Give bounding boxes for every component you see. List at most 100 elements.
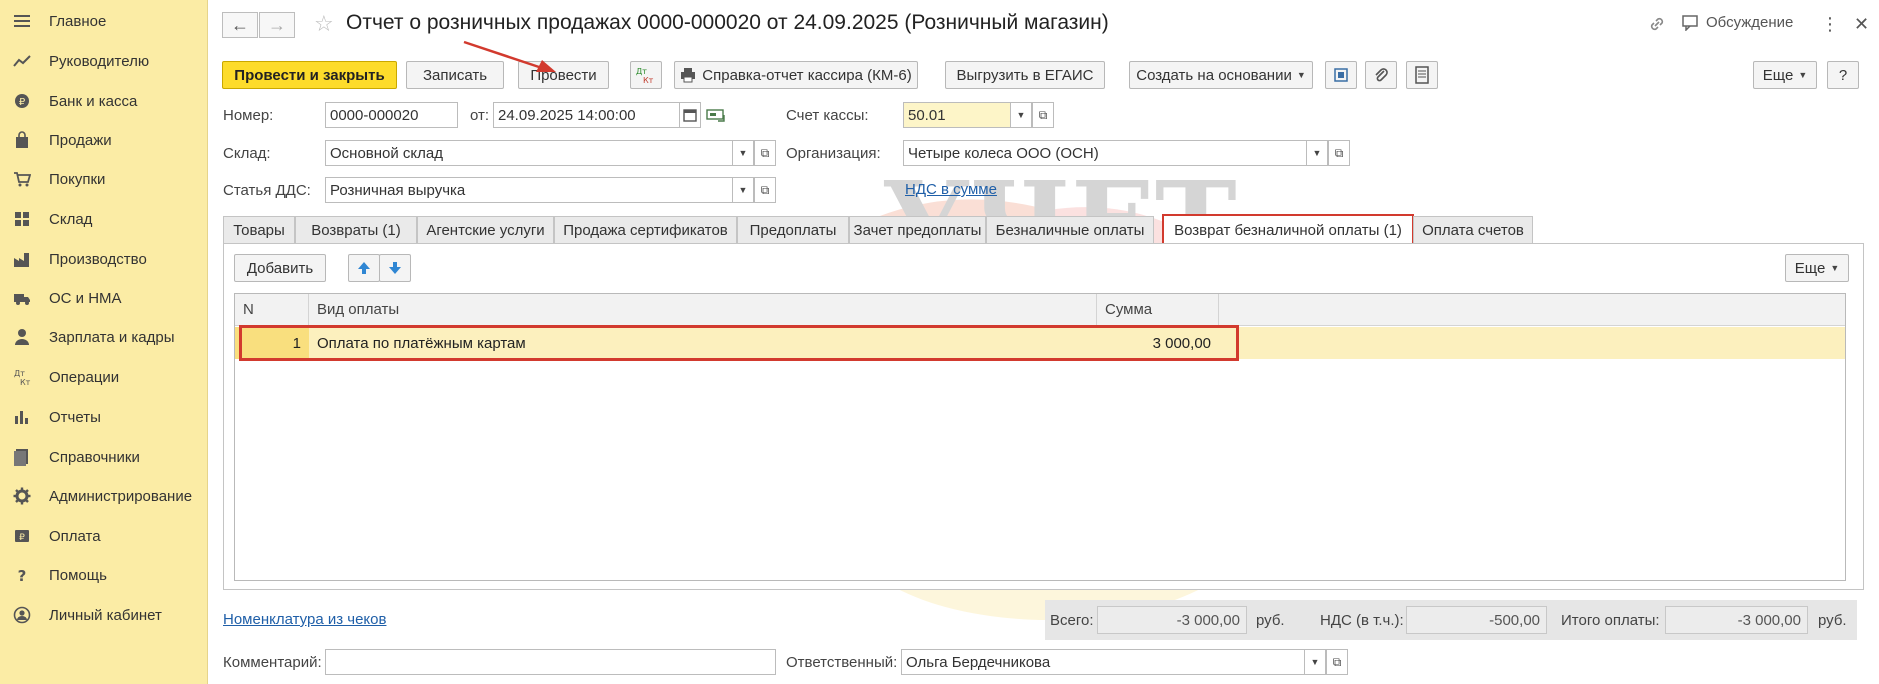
responsible-dropdown[interactable]: ▼ <box>1304 649 1326 675</box>
cash-account-open-button[interactable]: ⧉ <box>1032 102 1054 128</box>
document-list-button[interactable] <box>1406 61 1438 89</box>
sidebar-item-warehouse[interactable]: Склад <box>0 204 208 234</box>
dds-field[interactable]: Розничная выручка <box>325 177 733 203</box>
responsible-field[interactable]: Ольга Бердечникова <box>901 649 1305 675</box>
date-field[interactable]: 24.09.2025 14:00:00 <box>493 102 680 128</box>
printer-icon <box>680 67 696 83</box>
sidebar-item-label: Администрирование <box>49 487 193 505</box>
link-icon[interactable] <box>1647 14 1667 34</box>
attach-button[interactable] <box>1365 61 1397 89</box>
column-header-payment-type[interactable]: Вид оплаты <box>309 294 1097 326</box>
tab-invoice-payments[interactable]: Оплата счетов <box>1413 216 1533 244</box>
sidebar-item-salary[interactable]: Зарплата и кадры <box>0 322 208 352</box>
warehouse-open-button[interactable]: ⧉ <box>754 140 776 166</box>
total-value: -3 000,00 <box>1097 606 1247 634</box>
help-button[interactable]: ? <box>1827 61 1859 89</box>
paid-total-value: -3 000,00 <box>1665 606 1808 634</box>
sidebar-item-assets[interactable]: ОС и НМА <box>0 283 208 313</box>
create-based-label: Создать на основании <box>1136 66 1292 84</box>
tab-certificate-sales[interactable]: Продажа сертификатов <box>554 216 737 244</box>
tab-returns[interactable]: Возвраты (1) <box>295 216 417 244</box>
warehouse-label: Склад: <box>223 145 271 162</box>
cart-icon <box>11 168 33 190</box>
svg-text:₽: ₽ <box>19 97 26 108</box>
create-based-button[interactable]: Создать на основании ▼ <box>1129 61 1313 89</box>
close-icon[interactable]: ✕ <box>1854 14 1869 35</box>
sidebar-item-reports[interactable]: Отчеты <box>0 402 208 432</box>
tab-prepayment-offset[interactable]: Зачет предоплаты <box>849 216 986 244</box>
favorite-star-icon[interactable]: ☆ <box>314 12 338 36</box>
more-button[interactable]: Еще ▼ <box>1753 61 1817 89</box>
paid-currency: руб. <box>1818 612 1847 629</box>
organization-open-button[interactable]: ⧉ <box>1328 140 1350 166</box>
egais-button[interactable]: Выгрузить в ЕГАИС <box>945 61 1105 89</box>
table-row[interactable]: 1 Оплата по платёжным картам 3 000,00 <box>235 327 1845 359</box>
vat-in-sum-link[interactable]: НДС в сумме <box>905 181 997 198</box>
sidebar-item-main[interactable]: Главное <box>0 6 208 36</box>
totals-bar: Всего: -3 000,00 руб. НДС (в т.ч.): -500… <box>1045 600 1857 640</box>
tab-cashless-payments[interactable]: Безналичные оплаты <box>986 216 1154 244</box>
caret-down-icon: ▼ <box>738 148 748 158</box>
tab-agent-services[interactable]: Агентские услуги <box>417 216 554 244</box>
cell-sum[interactable]: 3 000,00 <box>1097 327 1217 359</box>
discussion-button[interactable]: Обсуждение <box>1682 14 1793 31</box>
dds-dropdown[interactable]: ▼ <box>732 177 754 203</box>
cash-account-dropdown[interactable]: ▼ <box>1010 102 1032 128</box>
cell-n[interactable]: 1 <box>235 327 309 359</box>
total-label: Всего: <box>1050 612 1094 629</box>
table-more-button[interactable]: Еще ▼ <box>1785 254 1849 282</box>
sidebar-item-account[interactable]: Личный кабинет <box>0 600 208 630</box>
back-button[interactable]: ← <box>222 12 258 38</box>
tab-cashless-refund[interactable]: Возврат безналичной оплаты (1) <box>1162 214 1414 246</box>
warehouse-field[interactable]: Основной склад <box>325 140 733 166</box>
sidebar-item-sales[interactable]: Продажи <box>0 125 208 155</box>
column-header-sum[interactable]: Сумма <box>1097 294 1219 326</box>
sidebar-item-production[interactable]: Производство <box>0 244 208 274</box>
open-window-icon: ⧉ <box>760 182 770 197</box>
post-button[interactable]: Провести <box>518 61 609 89</box>
organization-label: Организация: <box>786 145 881 162</box>
structure-button[interactable] <box>1325 61 1357 89</box>
gear-icon <box>11 485 33 507</box>
organization-field[interactable]: Четыре колеса ООО (ОСН) <box>903 140 1307 166</box>
arrow-down-icon <box>389 262 401 274</box>
forward-button[interactable]: → <box>259 12 295 38</box>
add-row-button[interactable]: Добавить <box>234 254 326 282</box>
sidebar-item-operations[interactable]: Дт Кт Операции <box>0 362 208 392</box>
cell-payment-type[interactable]: Оплата по платёжным картам <box>317 327 1017 359</box>
grid-icon <box>11 208 33 230</box>
responsible-open-button[interactable]: ⧉ <box>1326 649 1348 675</box>
sidebar-item-payment[interactable]: ₽ Оплата <box>0 521 208 551</box>
cashier-report-button[interactable]: Справка-отчет кассира (КМ-6) <box>674 61 918 89</box>
caret-down-icon: ▼ <box>1312 148 1322 158</box>
dds-open-button[interactable]: ⧉ <box>754 177 776 203</box>
sidebar-item-manager[interactable]: Руководителю <box>0 46 208 76</box>
page-title: Отчет о розничных продажах 0000-000020 о… <box>346 11 1109 34</box>
sidebar-item-admin[interactable]: Администрирование <box>0 481 208 511</box>
calendar-button[interactable] <box>679 102 701 128</box>
dtkt-button[interactable]: Дт Кт <box>630 61 662 89</box>
tab-prepayments[interactable]: Предоплаты <box>737 216 849 244</box>
sidebar-item-bank[interactable]: ₽ Банк и касса <box>0 86 208 116</box>
organization-dropdown[interactable]: ▼ <box>1306 140 1328 166</box>
tab-goods[interactable]: Товары <box>223 216 295 244</box>
save-button[interactable]: Записать <box>406 61 504 89</box>
comment-field[interactable] <box>325 649 776 675</box>
sidebar-item-catalogs[interactable]: Справочники <box>0 442 208 472</box>
table-more-label: Еще <box>1794 259 1826 277</box>
number-field[interactable]: 0000-000020 <box>325 102 458 128</box>
sidebar-item-help[interactable]: ? Помощь <box>0 560 208 590</box>
comment-label: Комментарий: <box>223 654 322 671</box>
warehouse-dropdown[interactable]: ▼ <box>732 140 754 166</box>
bag-icon <box>11 129 33 151</box>
kebab-menu-icon[interactable]: ⋮ <box>1821 14 1839 35</box>
move-up-button[interactable] <box>348 254 380 282</box>
sidebar-item-purchases[interactable]: Покупки <box>0 164 208 194</box>
cash-account-field[interactable]: 50.01 <box>903 102 1011 128</box>
column-header-n[interactable]: N <box>235 294 309 326</box>
post-and-close-button[interactable]: Провести и закрыть <box>222 61 397 89</box>
svg-text:?: ? <box>18 567 27 584</box>
move-down-button[interactable] <box>379 254 411 282</box>
cash-register-icon[interactable] <box>706 107 726 127</box>
receipts-items-link[interactable]: Номенклатура из чеков <box>223 611 386 628</box>
